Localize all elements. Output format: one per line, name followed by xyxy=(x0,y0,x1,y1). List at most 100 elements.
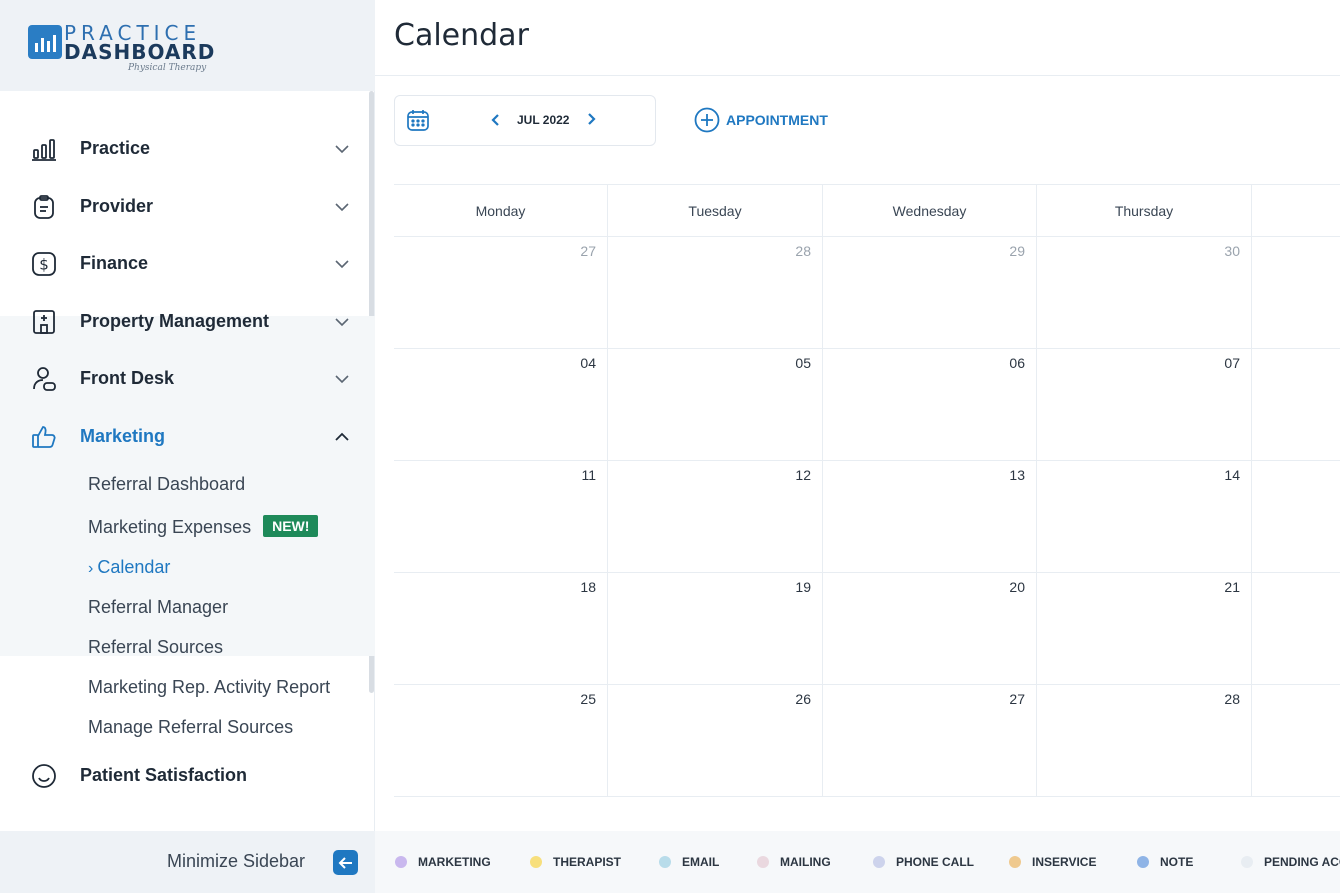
calendar-day-cell[interactable]: 28 xyxy=(608,237,823,348)
legend-dot-icon xyxy=(659,856,671,868)
logo-text-dashboard: DASHBOARD xyxy=(64,40,216,64)
calendar-day-cell[interactable]: 29 xyxy=(823,237,1037,348)
calendar-day-cell[interactable]: 18 xyxy=(394,573,608,684)
calendar-day-cell[interactable]: 30 xyxy=(1037,237,1252,348)
calendar-day-cell[interactable]: 19 xyxy=(608,573,823,684)
day-number: 27 xyxy=(580,243,596,259)
calendar-day-cell[interactable]: 05 xyxy=(608,349,823,460)
calendar-icon[interactable] xyxy=(406,108,430,132)
day-number: 30 xyxy=(1224,243,1240,259)
sidebar-item-practice[interactable]: Practice xyxy=(0,120,368,177)
minimize-sidebar-button[interactable] xyxy=(333,850,358,875)
day-header-monday: Monday xyxy=(394,185,608,237)
sidebar-item-label: Patient Satisfaction xyxy=(80,765,248,785)
thumbs-up-icon xyxy=(30,423,58,451)
sidebar-item-front-desk[interactable]: Front Desk xyxy=(0,350,368,407)
submenu-calendar[interactable]: › Calendar xyxy=(88,557,170,578)
calendar-grid: Monday Tuesday Wednesday Thursday 27 28 29… xyxy=(394,184,1340,797)
calendar-day-cell[interactable]: 26 xyxy=(608,685,823,796)
legend-item-note: NOTE xyxy=(1137,855,1193,869)
day-number: 14 xyxy=(1224,467,1240,483)
calendar-week-row: 25 26 27 28 xyxy=(394,685,1340,797)
person-desk-icon xyxy=(30,365,58,393)
sidebar-item-label: Finance xyxy=(80,253,149,273)
sidebar-item-provider[interactable]: Provider xyxy=(0,178,368,235)
chevron-down-icon xyxy=(335,374,349,383)
day-header-wednesday: Wednesday xyxy=(823,185,1037,237)
current-month-label: JUL 2022 xyxy=(517,113,570,127)
sidebar-item-label: Marketing xyxy=(80,426,166,446)
legend-item-pending-acc: PENDING ACC xyxy=(1241,855,1340,869)
submenu-referral-dashboard[interactable]: Referral Dashboard xyxy=(88,474,245,495)
chevron-left-icon[interactable] xyxy=(488,112,504,128)
calendar-day-cell[interactable]: 11 xyxy=(394,461,608,572)
submenu-marketing-expenses[interactable]: Marketing Expenses NEW! xyxy=(88,515,319,538)
calendar-day-cell[interactable]: 27 xyxy=(823,685,1037,796)
calendar-day-cell[interactable] xyxy=(1252,573,1340,684)
calendar-day-cell[interactable]: 14 xyxy=(1037,461,1252,572)
calendar-day-cell[interactable] xyxy=(1252,461,1340,572)
submenu-marketing-rep-activity-report[interactable]: Marketing Rep. Activity Report xyxy=(88,677,330,698)
sidebar-item-label: Front Desk xyxy=(80,368,175,388)
calendar-day-cell[interactable]: 12 xyxy=(608,461,823,572)
submenu-manage-referral-sources[interactable]: Manage Referral Sources xyxy=(88,717,293,738)
calendar-day-cell[interactable]: 28 xyxy=(1037,685,1252,796)
calendar-day-cell[interactable] xyxy=(1252,349,1340,460)
calendar-day-cell[interactable]: 13 xyxy=(823,461,1037,572)
logo-icon xyxy=(28,25,62,59)
calendar-day-cell[interactable]: 20 xyxy=(823,573,1037,684)
legend-item-phone-call: PHONE CALL xyxy=(873,855,974,869)
calendar-day-cell[interactable]: 06 xyxy=(823,349,1037,460)
day-number: 25 xyxy=(580,691,596,707)
day-number: 26 xyxy=(795,691,811,707)
legend-label: MARKETING xyxy=(418,855,491,869)
day-number: 27 xyxy=(1009,691,1025,707)
legend-dot-icon xyxy=(530,856,542,868)
legend-item-mailing: MAILING xyxy=(757,855,831,869)
legend-label: THERAPIST xyxy=(553,855,622,869)
day-number: 29 xyxy=(1009,243,1025,259)
submenu-referral-manager[interactable]: Referral Manager xyxy=(88,597,228,618)
calendar-day-cell[interactable]: 07 xyxy=(1037,349,1252,460)
sidebar-item-marketing[interactable]: Marketing xyxy=(0,408,368,465)
month-navigator: JUL 2022 xyxy=(394,95,656,146)
sidebar-item-label: Practice xyxy=(80,138,151,158)
calendar-day-cell[interactable]: 21 xyxy=(1037,573,1252,684)
calendar-week-row: 27 28 29 30 xyxy=(394,237,1340,349)
day-header-thursday: Thursday xyxy=(1037,185,1252,237)
sidebar-item-property-management[interactable]: Property Management xyxy=(0,293,368,350)
day-number: 11 xyxy=(581,467,596,483)
new-badge: NEW! xyxy=(263,515,319,537)
chevron-down-icon xyxy=(335,259,349,268)
calendar-day-cell[interactable]: 04 xyxy=(394,349,608,460)
day-number: 12 xyxy=(795,467,811,483)
calendar-day-cell[interactable]: 27 xyxy=(394,237,608,348)
legend-item-inservice: INSERVICE xyxy=(1009,855,1096,869)
day-number: 07 xyxy=(1224,355,1240,371)
submenu-referral-sources[interactable]: Referral Sources xyxy=(88,637,223,658)
page-title: Calendar xyxy=(394,18,529,53)
day-number: 06 xyxy=(1009,355,1025,371)
add-appointment-button[interactable]: APPOINTMENT xyxy=(694,107,828,133)
arrow-left-icon xyxy=(338,856,352,869)
sidebar-item-finance[interactable]: $ Finance xyxy=(0,235,368,292)
legend-label: PENDING ACC xyxy=(1264,855,1340,869)
day-number: 28 xyxy=(1224,691,1240,707)
calendar-day-cell[interactable]: 25 xyxy=(394,685,608,796)
day-header-friday xyxy=(1252,185,1340,237)
chevron-down-icon xyxy=(335,317,349,326)
sidebar-item-label: Property Management xyxy=(80,311,270,331)
day-header-tuesday: Tuesday xyxy=(608,185,823,237)
current-marker-icon: › xyxy=(88,560,94,577)
chevron-up-icon xyxy=(335,432,349,441)
legend-label: MAILING xyxy=(780,855,831,869)
sidebar-item-patient-satisfaction[interactable]: Patient Satisfaction xyxy=(0,747,368,804)
legend-label: EMAIL xyxy=(682,855,720,869)
chevron-right-icon[interactable] xyxy=(583,111,599,127)
minimize-sidebar[interactable]: Minimize Sidebar xyxy=(0,831,375,893)
logo-area: PRACTICE DASHBOARD Physical Therapy xyxy=(0,0,375,91)
calendar-day-cell[interactable] xyxy=(1252,237,1340,348)
legend-item-marketing: MARKETING xyxy=(395,855,491,869)
calendar-day-cell[interactable] xyxy=(1252,685,1340,796)
legend-item-therapist: THERAPIST xyxy=(530,855,621,869)
